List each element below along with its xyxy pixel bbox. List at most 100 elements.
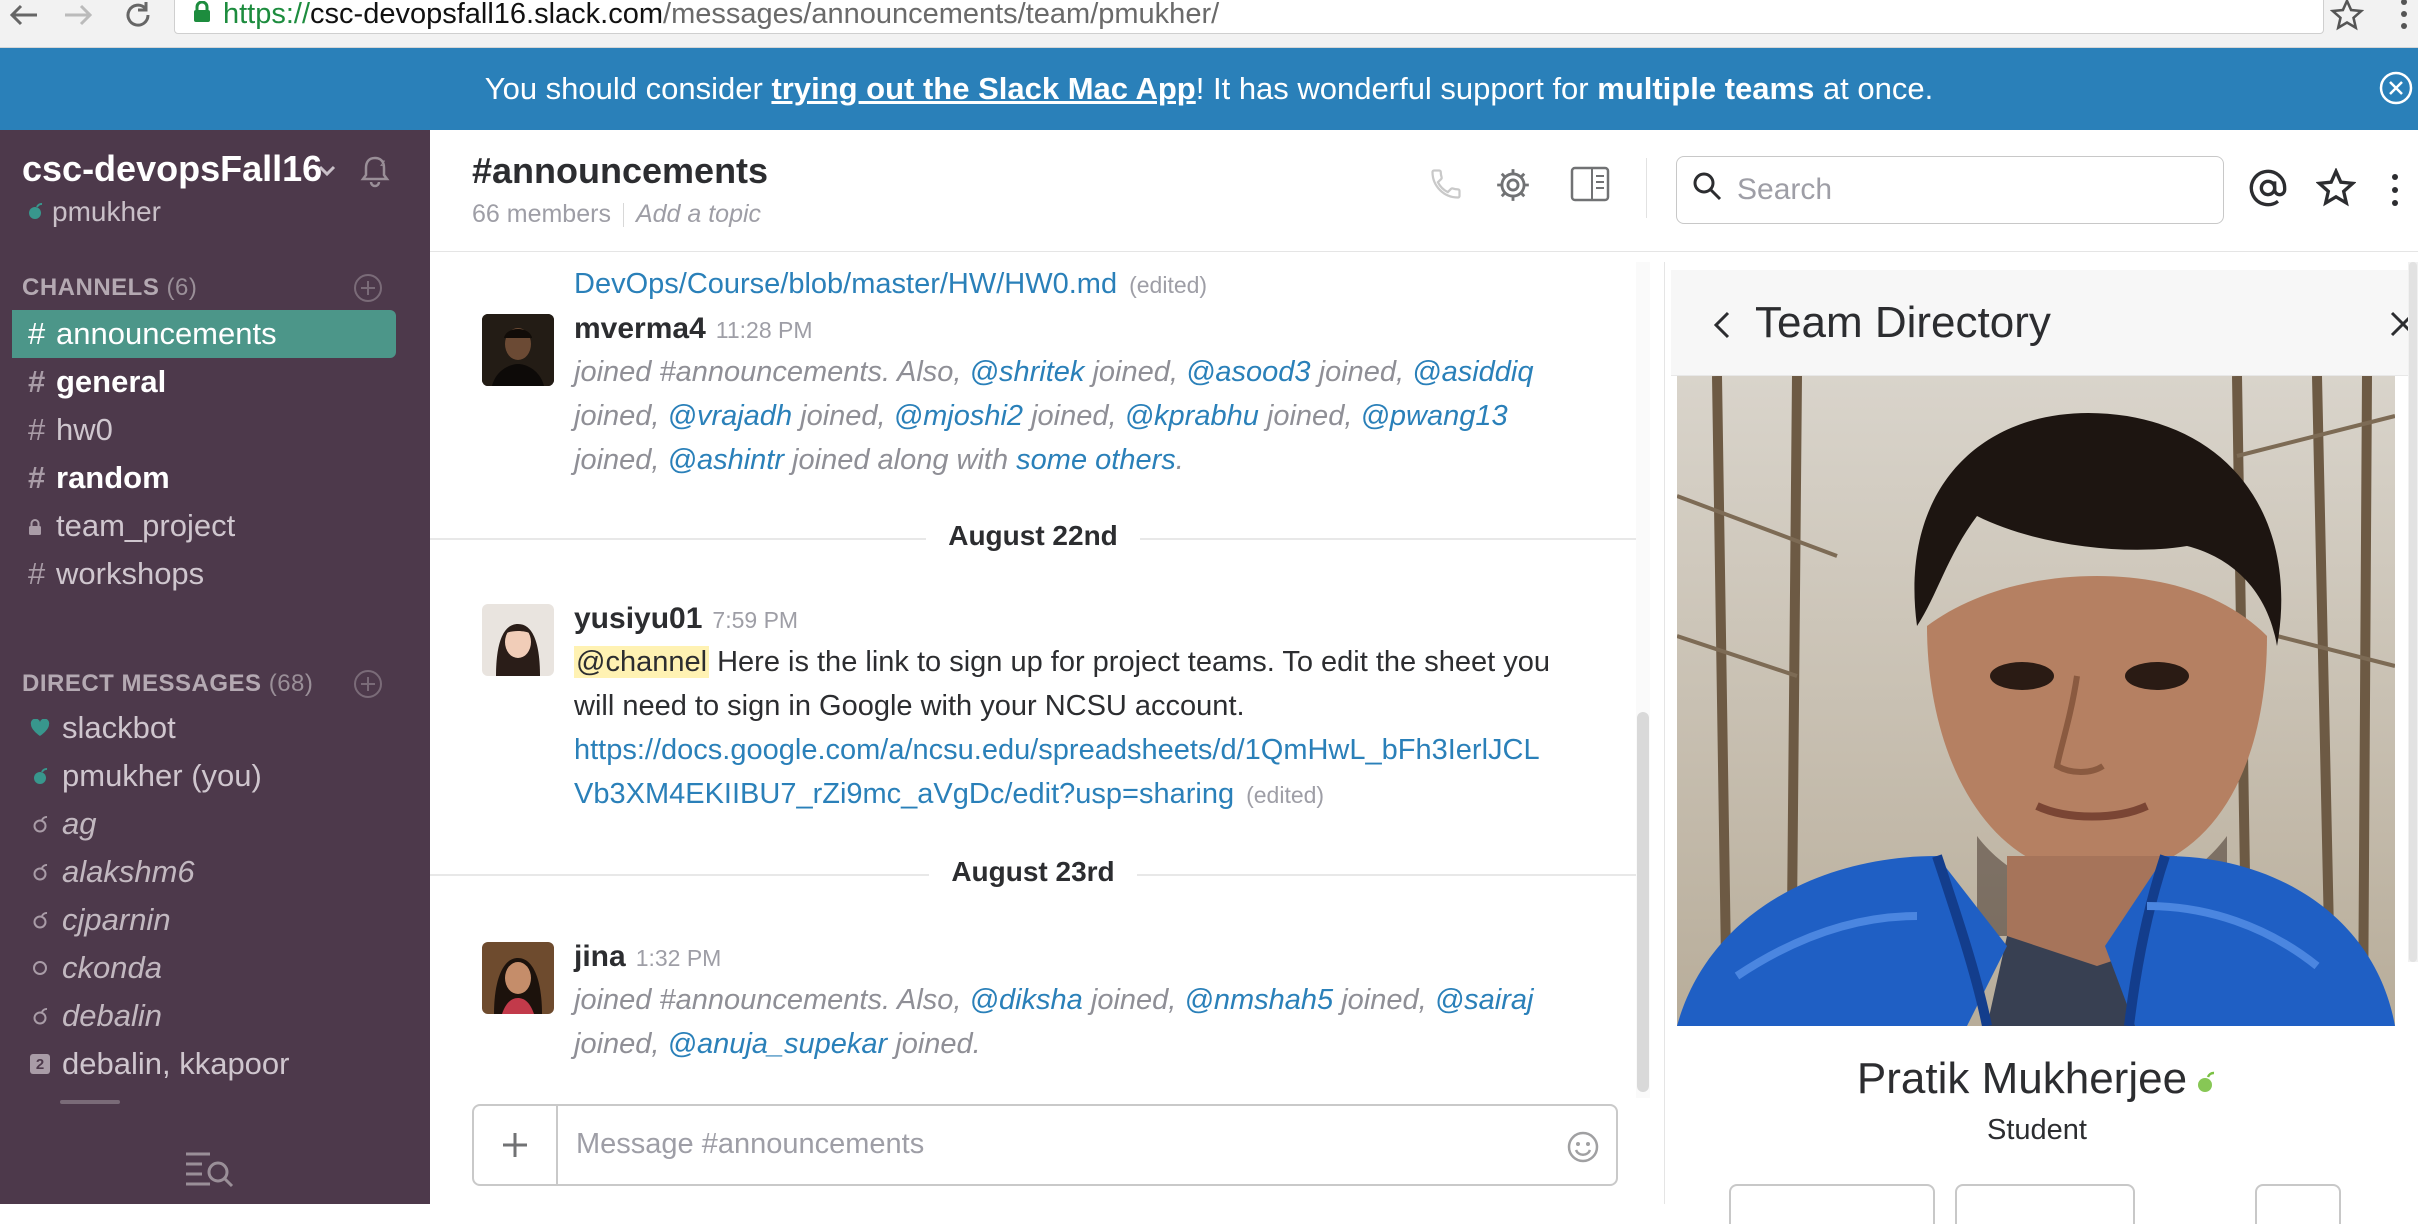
search-input[interactable]: Search — [1676, 156, 2224, 224]
message-author[interactable]: jina — [574, 940, 626, 973]
lock-icon — [193, 0, 211, 31]
user-mention[interactable]: @kprabhu — [1125, 400, 1259, 432]
svg-text:z: z — [380, 158, 385, 169]
edited-label: (edited) — [1129, 272, 1208, 298]
search-placeholder: Search — [1737, 173, 1833, 206]
avatar[interactable] — [482, 942, 554, 1014]
presence-offline-icon — [28, 959, 52, 977]
message-body: joined #announcements. Also, @diksha joi… — [574, 984, 1534, 1060]
some-others-link[interactable]: some others — [1016, 444, 1176, 476]
back-arrow-icon[interactable] — [4, 0, 44, 30]
presence-active-icon — [26, 196, 44, 228]
message-composer[interactable]: Message #announcements — [472, 1104, 1618, 1186]
mac-app-link[interactable]: trying out the Slack Mac App — [771, 71, 1195, 106]
dm-item-debalin[interactable]: debalin — [12, 992, 396, 1040]
message-input-placeholder[interactable]: Message #announcements — [576, 1128, 924, 1161]
avatar[interactable] — [482, 604, 554, 676]
plus-icon[interactable] — [474, 1106, 558, 1184]
dm-item-group-debalin-kkapoor[interactable]: 2 debalin, kkapoor — [12, 1040, 396, 1088]
user-mention[interactable]: @nmshah5 — [1184, 984, 1333, 1016]
pane-scrollbar[interactable] — [2408, 262, 2418, 962]
user-mention[interactable]: @diksha — [970, 984, 1083, 1016]
message-body: @channel Here is the link to sign up for… — [574, 646, 1550, 810]
dm-item-self[interactable]: pmukher (you) — [12, 752, 396, 800]
message-author[interactable]: yusiyu01 — [574, 602, 702, 635]
url-path: /messages/announcements/team/pmukher/ — [663, 0, 1220, 30]
user-mention[interactable]: @ashintr — [668, 444, 784, 476]
dm-item-ckonda[interactable]: ckonda — [12, 944, 396, 992]
dm-item-cjparnin[interactable]: cjparnin — [12, 896, 396, 944]
channel-mention[interactable]: @channel — [574, 646, 710, 678]
vertical-dots-icon[interactable] — [2398, 0, 2410, 37]
message-link[interactable]: DevOps/Course/blob/master/HW/HW0.md — [574, 268, 1117, 300]
dm-item-slackbot[interactable]: slackbot — [12, 704, 396, 752]
profile-name: Pratik Mukherjee — [1856, 1054, 2188, 1103]
team-name[interactable]: csc-devopsFall16 — [22, 148, 322, 190]
scrollbar-thumb[interactable] — [1637, 712, 1649, 1092]
profile-more-button[interactable] — [2255, 1184, 2341, 1224]
presence-active-icon — [28, 766, 52, 786]
presence-away-icon — [28, 1006, 52, 1026]
address-bar[interactable]: https://csc-devopsfall16.slack.com/messa… — [174, 0, 2324, 34]
message-time[interactable]: 11:28 PM — [716, 317, 813, 343]
forward-arrow-icon[interactable] — [58, 0, 98, 30]
vertical-dots-icon[interactable] — [2390, 172, 2400, 213]
message-time[interactable]: 1:32 PM — [636, 945, 722, 971]
user-mention[interactable]: @mjoshi2 — [894, 400, 1023, 432]
user-mention[interactable]: @shritek — [970, 356, 1085, 388]
scrollbar-thumb[interactable] — [2409, 262, 2417, 962]
user-mention[interactable]: @asood3 — [1186, 356, 1311, 388]
sidebar-toggle-icon[interactable] — [1570, 166, 1610, 207]
message-author[interactable]: mverma4 — [574, 312, 706, 345]
bell-snooze-icon[interactable]: z — [356, 152, 394, 195]
message-list: DevOps/Course/blob/master/HW/HW0.md (edit… — [430, 252, 1636, 1092]
star-icon[interactable] — [2315, 167, 2357, 213]
current-user[interactable]: pmukher — [26, 196, 161, 228]
spreadsheet-link[interactable]: https://docs.google.com/a/ncsu.edu/sprea… — [574, 734, 1540, 810]
user-mention[interactable]: @vrajadh — [668, 400, 793, 432]
channel-meta: 66 members Add a topic — [472, 200, 761, 229]
phone-icon[interactable] — [1428, 166, 1464, 207]
user-mention[interactable]: @pwang13 — [1360, 400, 1507, 432]
sidebar-overflow-fade — [60, 1090, 120, 1104]
message-scrollbar[interactable] — [1636, 262, 1650, 1098]
close-icon[interactable] — [2378, 70, 2414, 106]
add-topic-link[interactable]: Add a topic — [636, 200, 761, 229]
at-sign-icon[interactable] — [2248, 168, 2288, 213]
profile-action-button[interactable] — [1729, 1184, 1935, 1224]
channel-item-workshops[interactable]: # workshops — [12, 550, 396, 598]
chevron-down-icon[interactable] — [318, 164, 336, 182]
message-time[interactable]: 7:59 PM — [712, 607, 798, 633]
day-divider-label: August 22nd — [926, 520, 1140, 551]
reload-icon[interactable] — [118, 0, 158, 30]
channel-item-announcements[interactable]: # announcements — [12, 310, 396, 358]
profile-role: Student — [1987, 1114, 2087, 1146]
emoji-icon[interactable] — [1566, 1130, 1600, 1169]
browser-toolbar: https://csc-devopsfall16.slack.com/messa… — [0, 0, 2418, 48]
channel-item-general[interactable]: # general — [12, 358, 396, 406]
group-count-badge: 2 — [28, 1054, 52, 1074]
banner-text: You should consider trying out the Slack… — [484, 71, 1934, 106]
dm-item-ag[interactable]: ag — [12, 800, 396, 848]
user-mention[interactable]: @anuja_supekar — [668, 1028, 888, 1060]
dm-item-alakshm6[interactable]: alakshm6 — [12, 848, 396, 896]
channel-item-hw0[interactable]: # hw0 — [12, 406, 396, 454]
quick-switcher-icon[interactable] — [184, 1148, 234, 1193]
add-dm-icon[interactable] — [352, 668, 384, 700]
star-icon[interactable] — [2329, 0, 2365, 37]
chevron-left-icon[interactable] — [1713, 310, 1731, 345]
channel-item-team-project[interactable]: team_project — [12, 502, 396, 550]
channel-title[interactable]: #announcements — [472, 150, 768, 192]
avatar[interactable] — [482, 314, 554, 386]
profile-action-button[interactable] — [1955, 1184, 2135, 1224]
user-mention[interactable]: @asiddiq — [1412, 356, 1533, 388]
member-count[interactable]: 66 members — [472, 200, 611, 229]
team-directory-header: Team Directory — [1671, 270, 2418, 376]
channels-header[interactable]: CHANNELS (6) — [22, 274, 197, 302]
add-channel-icon[interactable] — [352, 272, 384, 304]
gear-icon[interactable] — [1494, 166, 1532, 209]
url-protocol: https:// — [223, 0, 311, 30]
direct-messages-header[interactable]: DIRECT MESSAGES (68) — [22, 670, 313, 698]
user-mention[interactable]: @sairaj — [1435, 984, 1534, 1016]
channel-item-random[interactable]: # random — [12, 454, 396, 502]
